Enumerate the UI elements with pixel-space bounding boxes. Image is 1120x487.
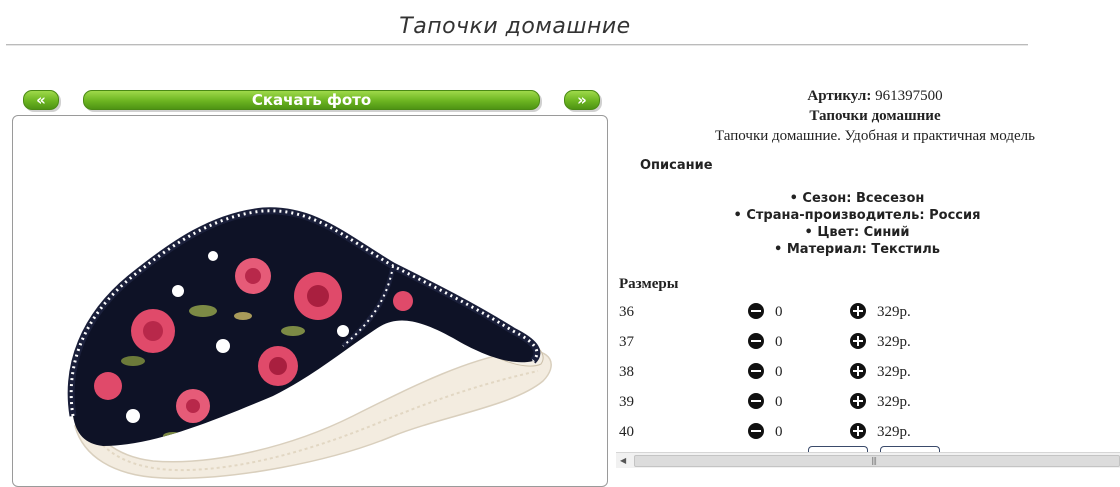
product-info: Артикул: 961397500 Тапочки домашние Тапо… [612,86,1120,146]
size-value: 36 [619,304,634,320]
property-item: • Цвет: Синий [804,225,910,240]
horizontal-scrollbar[interactable]: ◀ ||| [616,452,1120,468]
minus-circle-icon[interactable] [748,423,764,439]
prev-photo-button[interactable]: « [23,90,59,110]
quantity-value: 0 [775,304,783,320]
property-item: • Сезон: Всесезон [789,191,925,206]
price-value: 329р. [877,364,911,380]
article-line: Артикул: 961397500 [612,86,1120,106]
description-heading: Описание [640,158,713,173]
scroll-left-icon[interactable]: ◀ [620,456,626,465]
quantity-value: 0 [775,394,783,410]
size-value: 39 [619,394,634,410]
sizes-heading: Размеры [619,276,679,292]
minus-circle-icon[interactable] [748,303,764,319]
properties-list: • Сезон: Всесезон • Страна-производитель… [612,190,1102,258]
title-divider [6,44,1028,46]
product-short-description: Тапочки домашние. Удобная и практичная м… [715,128,1035,144]
quantity-value: 0 [775,424,783,440]
size-value: 37 [619,334,634,350]
price-value: 329р. [877,394,911,410]
plus-circle-icon[interactable] [850,333,866,349]
property-item: • Страна-производитель: Россия [733,208,981,223]
minus-circle-icon[interactable] [748,333,764,349]
plus-circle-icon[interactable] [850,363,866,379]
scrollbar-thumb[interactable]: ||| [634,455,1120,467]
minus-circle-icon[interactable] [748,393,764,409]
product-photo[interactable] [13,116,607,486]
article-value: 961397500 [875,88,943,104]
size-row: 36 0 329р. [619,303,1099,334]
page-title: Тапочки домашние [399,14,631,39]
product-photo-frame [12,115,608,487]
size-value: 40 [619,424,634,440]
size-row: 37 0 329р. [619,333,1099,364]
grip-icon: ||| [871,456,877,465]
article-label: Артикул: [807,88,872,104]
product-name: Тапочки домашние [809,108,941,124]
property-item: • Материал: Текстиль [774,242,940,257]
size-row: 39 0 329р. [619,393,1099,424]
price-value: 329р. [877,334,911,350]
size-value: 38 [619,364,634,380]
download-photo-button[interactable]: Скачать фото [83,90,540,110]
quantity-value: 0 [775,334,783,350]
plus-circle-icon[interactable] [850,393,866,409]
plus-circle-icon[interactable] [850,303,866,319]
quantity-value: 0 [775,364,783,380]
next-photo-button[interactable]: » [564,90,600,110]
price-value: 329р. [877,424,911,440]
minus-circle-icon[interactable] [748,363,764,379]
plus-circle-icon[interactable] [850,423,866,439]
price-value: 329р. [877,304,911,320]
size-row: 38 0 329р. [619,363,1099,394]
